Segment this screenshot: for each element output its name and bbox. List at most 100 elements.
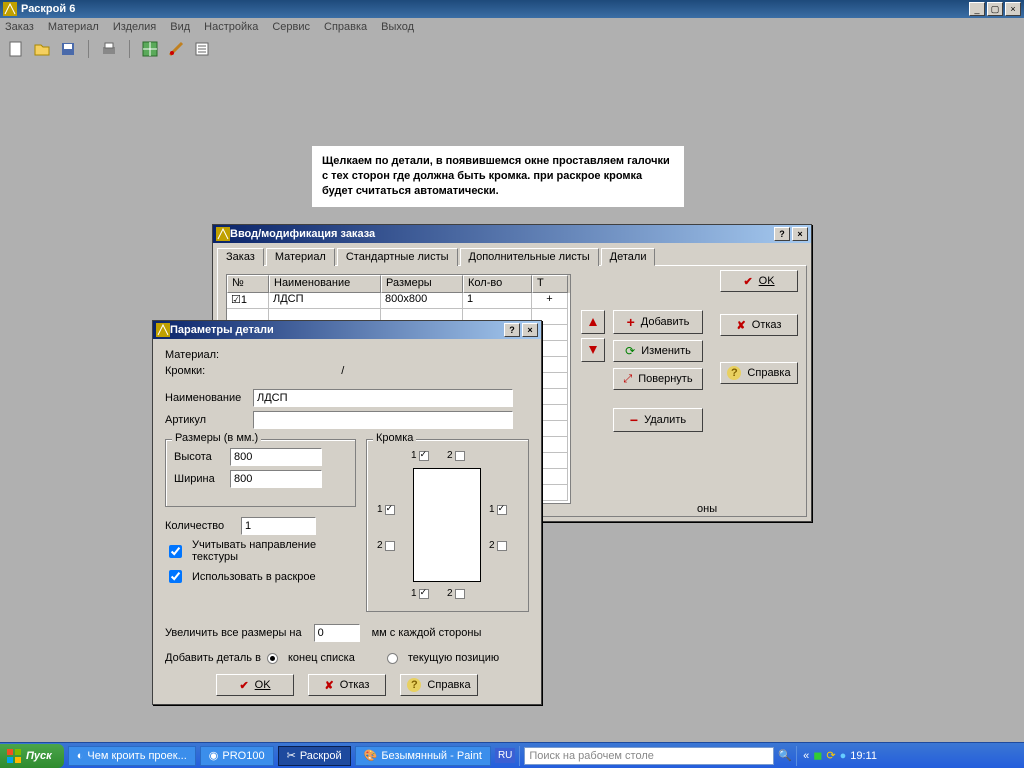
menubar: Заказ Материал Изделия Вид Настройка Сер…	[0, 18, 1024, 36]
col-t[interactable]: Т	[532, 275, 568, 293]
menu-item[interactable]: Настройка	[204, 21, 258, 33]
radio-current[interactable]	[387, 653, 398, 664]
tab-material[interactable]: Материал	[266, 248, 335, 266]
list-icon[interactable]	[192, 39, 212, 59]
texture-checkbox[interactable]	[169, 545, 182, 558]
sku-label: Артикул	[165, 414, 247, 426]
col-n[interactable]: №	[227, 275, 269, 293]
tray-icon[interactable]: ●	[840, 750, 847, 762]
use-label: Использовать в раскрое	[192, 571, 316, 583]
kromka-legend: Кромка	[373, 432, 416, 444]
help-button[interactable]: ?	[504, 323, 520, 337]
texture-label: Учитывать направление текстуры	[192, 539, 356, 563]
search-input[interactable]: Поиск на рабочем столе	[524, 747, 774, 765]
cut-sheet-icon[interactable]	[140, 39, 160, 59]
open-icon[interactable]	[32, 39, 52, 59]
edges-value: /	[341, 365, 344, 377]
new-icon[interactable]	[6, 39, 26, 59]
language-indicator[interactable]: RU	[495, 748, 515, 763]
radio-end[interactable]	[267, 653, 278, 664]
maximize-button[interactable]: ▢	[987, 2, 1003, 16]
help-button[interactable]: ?	[774, 227, 790, 241]
tray-icon[interactable]: ◼	[813, 749, 822, 762]
qty-input[interactable]	[241, 517, 316, 535]
height-input[interactable]	[230, 448, 322, 466]
menu-item[interactable]: Справка	[324, 21, 367, 33]
app-icon	[3, 2, 17, 16]
delete-button[interactable]: −Удалить	[613, 408, 703, 432]
edge-left-2[interactable]: 2	[377, 540, 395, 551]
tab-order[interactable]: Заказ	[217, 248, 264, 266]
add-button[interactable]: +Добавить	[613, 310, 703, 334]
sides-hint: оны	[697, 503, 717, 515]
col-size[interactable]: Размеры	[381, 275, 463, 293]
save-icon[interactable]	[58, 39, 78, 59]
window-icon	[216, 227, 230, 241]
help-button[interactable]: ?Справка	[400, 674, 478, 696]
close-button[interactable]: ×	[792, 227, 808, 241]
edge-bottom-1[interactable]: 1	[411, 588, 429, 599]
edge-top-2[interactable]: 2	[447, 450, 465, 461]
clock[interactable]: 19:11	[850, 750, 877, 762]
cancel-button[interactable]: ✘Отказ	[720, 314, 798, 336]
menu-item[interactable]: Заказ	[5, 21, 34, 33]
tool-icon[interactable]	[166, 39, 186, 59]
grow-input[interactable]	[314, 624, 360, 642]
task-item[interactable]: 🎨Безымянный - Paint	[355, 746, 491, 766]
ok-button[interactable]: ✔OK	[720, 270, 798, 292]
menu-item[interactable]: Вид	[170, 21, 190, 33]
edge-right-2[interactable]: 2	[489, 540, 507, 551]
app-title: Раскрой 6	[21, 3, 969, 15]
system-tray[interactable]: « ◼ ⟳ ● 19:11	[797, 749, 883, 762]
task-item[interactable]: ◉PRO100	[200, 746, 274, 766]
name-label: Наименование	[165, 392, 247, 404]
col-qty[interactable]: Кол-во	[463, 275, 532, 293]
col-name[interactable]: Наименование	[269, 275, 381, 293]
grow-label: Увеличить все размеры на	[165, 627, 302, 639]
edit-button[interactable]: ⟳Изменить	[613, 340, 703, 362]
window-icon	[156, 323, 170, 337]
material-label: Материал:	[165, 349, 219, 361]
edge-bottom-2[interactable]: 2	[447, 588, 465, 599]
menu-item[interactable]: Сервис	[272, 21, 310, 33]
tray-icon[interactable]: ⟳	[826, 749, 835, 762]
move-up-button[interactable]	[581, 310, 605, 334]
width-label: Ширина	[174, 473, 224, 485]
height-label: Высота	[174, 451, 224, 463]
taskbar: Пуск ◐Чем кроить проек... ◉PRO100 ✂Раскр…	[0, 742, 1024, 768]
menu-item[interactable]: Изделия	[113, 21, 156, 33]
move-down-button[interactable]	[581, 338, 605, 362]
addto-label: Добавить деталь в	[165, 652, 261, 664]
close-button[interactable]: ×	[1005, 2, 1021, 16]
details-dialog-title: Параметры детали	[170, 324, 504, 336]
tray-chevron-icon[interactable]: «	[803, 750, 809, 762]
sku-input[interactable]	[253, 411, 513, 429]
task-item[interactable]: ◐Чем кроить проек...	[68, 746, 196, 766]
print-icon[interactable]	[99, 39, 119, 59]
tab-extra-sheets[interactable]: Дополнительные листы	[460, 248, 599, 266]
start-button[interactable]: Пуск	[0, 744, 64, 768]
tab-std-sheets[interactable]: Стандартные листы	[337, 248, 458, 266]
table-row[interactable]: ☑1 ЛДСП 800x800 1 +	[227, 293, 570, 309]
menu-item[interactable]: Выход	[381, 21, 414, 33]
app-titlebar: Раскрой 6 _ ▢ ×	[0, 0, 1024, 18]
width-input[interactable]	[230, 470, 322, 488]
rotate-button[interactable]: ⤢Повернуть	[613, 368, 703, 390]
name-input[interactable]	[253, 389, 513, 407]
edge-right-1[interactable]: 1	[489, 504, 507, 515]
ok-button[interactable]: ✔OK	[216, 674, 294, 696]
edge-top-1[interactable]: 1	[411, 450, 429, 461]
qty-label: Количество	[165, 520, 235, 532]
search-icon[interactable]: 🔍	[778, 749, 792, 762]
menu-item[interactable]: Материал	[48, 21, 99, 33]
kromka-diagram: 1 2 1 2 1 2 1 2	[375, 448, 520, 603]
instruction-note: Щелкаем по детали, в появившемся окне пр…	[312, 146, 684, 207]
cancel-button[interactable]: ✘Отказ	[308, 674, 386, 696]
help-button[interactable]: ?Справка	[720, 362, 798, 384]
task-item-active[interactable]: ✂Раскрой	[278, 746, 351, 766]
use-checkbox[interactable]	[169, 570, 182, 583]
close-button[interactable]: ×	[522, 323, 538, 337]
minimize-button[interactable]: _	[969, 2, 985, 16]
tab-details[interactable]: Детали	[601, 248, 656, 266]
edge-left-1[interactable]: 1	[377, 504, 395, 515]
